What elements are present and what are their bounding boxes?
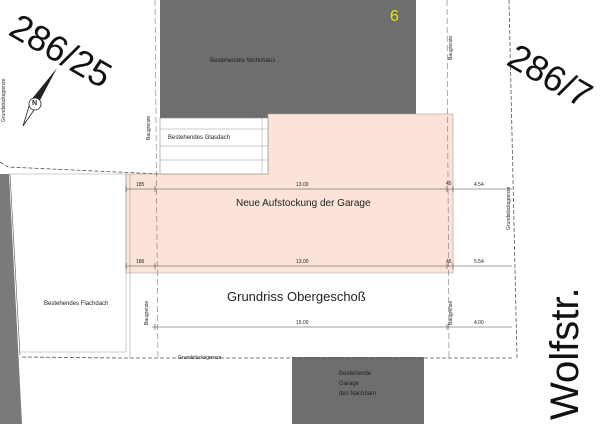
property-line: [0, 161, 161, 175]
property-line-bottom: [21, 356, 512, 359]
building-line-label-bottom-left: Baugrenze: [144, 300, 150, 325]
north-letter: N: [32, 100, 38, 107]
neighbor-garage-label-3: des Nachbarn: [339, 391, 377, 397]
dim-mid-main: 13.00: [296, 259, 309, 265]
property-line-label-bottom: Grundstücksgrenze: [178, 355, 222, 361]
flat-roof-label: Bestehendes Flachdach: [44, 301, 109, 307]
house-number: 9: [390, 6, 399, 23]
building-line-label-bottom-right: Baugrenze: [448, 300, 454, 325]
dim-bottom-right: 4.00: [474, 320, 484, 326]
building-line-label-top-right: Baugrenze: [448, 35, 454, 60]
dim-mid-right-a: 45: [446, 259, 452, 265]
new-extension-label: Neue Aufstockung der Garage: [236, 198, 371, 209]
neighbor-garage-label-1: Bestehende: [339, 371, 372, 377]
building-line-label-top-left: Baugrenze: [146, 115, 152, 140]
glass-roof-label: Bestehendes Glasdach: [168, 135, 231, 141]
dim-bottom-main: 15.00: [296, 320, 309, 326]
flat-roof-outline: [9, 173, 127, 353]
property-line-label-left: Grundstücksgrenze: [1, 78, 7, 122]
left-neighbor-block: [0, 174, 22, 424]
dim-mid-left: 186: [136, 259, 145, 265]
existing-house-label: Bestehendes Wohnhaus: [210, 58, 276, 64]
plan-title: Grundriss Obergeschoß: [227, 289, 366, 304]
dim-top-left: 185: [136, 182, 145, 188]
dim-top-right-b: 4.54: [474, 182, 484, 188]
dim-top-main: 13.00: [296, 182, 309, 188]
north-arrow-icon: [22, 68, 57, 127]
existing-house-block: [160, 0, 416, 118]
dim-top-right-a: 45: [446, 181, 452, 187]
dim-mid-right-b: 5.54: [474, 259, 484, 265]
property-line-label-right: Grundstücksgrenze: [506, 186, 512, 230]
street-name: Wolfstr.: [543, 287, 587, 420]
neighbor-garage-label-2: Garage: [339, 381, 360, 387]
